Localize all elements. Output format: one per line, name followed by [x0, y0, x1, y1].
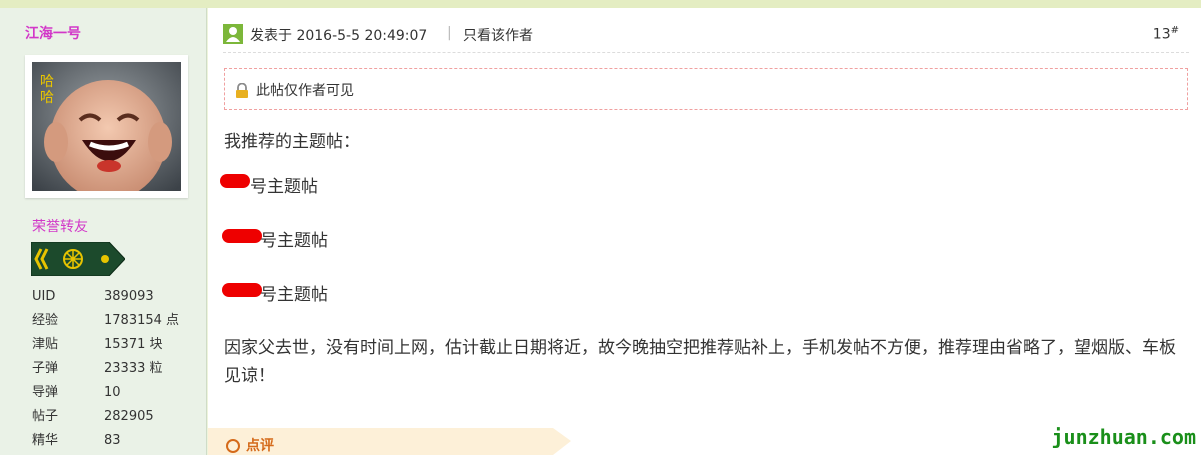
svg-text:哈: 哈 — [40, 74, 54, 90]
floor-number[interactable]: 13# — [1153, 25, 1179, 43]
stat-row-posts: 帖子 282905 — [32, 409, 154, 424]
lock-icon — [236, 83, 248, 98]
topic-line-3: 号主题帖 — [260, 285, 328, 305]
stat-row-digest: 精华 83 — [32, 433, 121, 448]
online-status-icon — [223, 24, 243, 44]
locked-notice-text: 此帖仅作者可见 — [256, 83, 354, 99]
stat-row-missiles: 导弹 10 — [32, 385, 121, 400]
svg-text:哈: 哈 — [40, 90, 54, 106]
topic-line-1: 号主题帖 — [250, 177, 318, 197]
stat-row-uid: UID 389093 — [32, 289, 154, 304]
post-body: 发表于 2016-5-5 20:49:07 | 只看该作者 13# 此帖仅作者可… — [208, 8, 1201, 455]
honor-title[interactable]: 荣誉转友 — [32, 216, 88, 236]
header-divider: | — [447, 25, 452, 41]
post-message: 因家父去世，没有时间上网，估计截止日期将近，故今晚抽空把推荐贴补上，手机发帖不方… — [224, 338, 1176, 386]
rank-badge — [30, 241, 126, 280]
author-stats: UID 389093 经验 1783154 点 津贴 15371 块 子弹 23333 … — [32, 285, 179, 453]
comment-label: 点评 — [246, 438, 274, 454]
comment-circle-icon — [226, 439, 240, 453]
redaction-mark — [222, 283, 262, 297]
redaction-mark — [222, 229, 262, 243]
stat-row-experience: 经验 1783154 点 — [32, 313, 180, 328]
recommend-title: 我推荐的主题帖： — [224, 132, 360, 152]
post-time: 发表于 2016-5-5 20:49:07 — [250, 28, 428, 44]
only-author-link[interactable]: 只看该作者 — [463, 25, 533, 45]
stat-row-bullets: 子弹 23333 粒 — [32, 361, 163, 376]
post-header: 发表于 2016-5-5 20:49:07 | 只看该作者 13# — [223, 22, 1189, 53]
author-username[interactable]: 江海一号 — [25, 23, 81, 43]
author-sidebar: 江海一号 哈 哈 荣誉转友 UID 389093 经验 1783154 点 津贴… — [0, 8, 207, 455]
top-strip — [0, 0, 1201, 8]
stat-row-allowance: 津贴 15371 块 — [32, 337, 163, 352]
avatar[interactable]: 哈 哈 — [25, 55, 188, 198]
redaction-mark — [220, 174, 250, 188]
locked-content-notice: 此帖仅作者可见 — [224, 68, 1188, 110]
avatar-image: 哈 哈 — [32, 62, 181, 191]
topic-line-2: 号主题帖 — [260, 231, 328, 251]
comment-button[interactable]: 点评 — [208, 428, 571, 455]
site-watermark: junzhuan.com — [1051, 425, 1197, 449]
